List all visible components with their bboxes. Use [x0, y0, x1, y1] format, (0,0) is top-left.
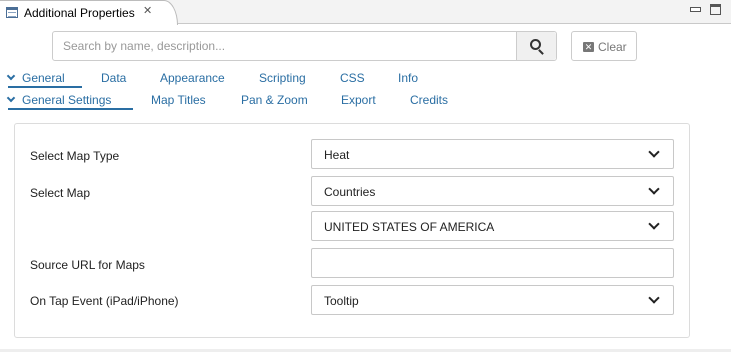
- chevron-down-icon: [648, 218, 660, 230]
- clear-button[interactable]: ✕ Clear: [571, 31, 637, 61]
- map-value: Countries: [324, 185, 376, 199]
- tab-scripting[interactable]: Scripting: [259, 68, 306, 88]
- tab-map-titles[interactable]: Map Titles: [151, 90, 206, 110]
- search-box: [52, 31, 557, 61]
- chevron-down-icon: [648, 292, 660, 304]
- country-select[interactable]: UNITED STATES OF AMERICA: [311, 211, 674, 241]
- tab-general-settings[interactable]: General Settings: [6, 90, 133, 110]
- main-tab-bar: General Data Appearance Scripting CSS In…: [0, 68, 731, 88]
- map-type-label: Select Map Type: [30, 149, 120, 163]
- map-label: Select Map: [30, 186, 91, 200]
- tab-export[interactable]: Export: [341, 90, 376, 110]
- tap-event-label: On Tap Event (iPad/iPhone): [30, 294, 179, 308]
- tab-css[interactable]: CSS: [340, 68, 365, 88]
- map-select[interactable]: Countries: [311, 176, 674, 206]
- search-button[interactable]: [516, 32, 556, 60]
- map-type-value: Heat: [324, 148, 350, 162]
- tap-event-select[interactable]: Tooltip: [311, 285, 674, 315]
- sub-tab-bar: General Settings Map Titles Pan & Zoom E…: [0, 90, 731, 110]
- chevron-down-icon: [6, 71, 16, 81]
- map-type-select[interactable]: Heat: [311, 139, 674, 169]
- tap-event-value: Tooltip: [324, 294, 359, 308]
- minimize-view-icon[interactable]: [689, 4, 701, 15]
- source-url-input[interactable]: [311, 248, 674, 278]
- close-view-icon[interactable]: ✕: [143, 4, 152, 17]
- country-value: UNITED STATES OF AMERICA: [324, 220, 495, 234]
- search-input[interactable]: [53, 32, 517, 60]
- chevron-down-icon: [648, 183, 660, 195]
- tab-credits[interactable]: Credits: [410, 90, 448, 110]
- clear-icon: ✕: [583, 42, 594, 52]
- chevron-down-icon: [6, 93, 16, 103]
- view-tab-title: Additional Properties: [24, 6, 135, 20]
- chevron-down-icon: [648, 146, 660, 158]
- clear-button-label: Clear: [598, 40, 627, 54]
- properties-view-icon: [6, 7, 18, 18]
- view-tab-additional-properties[interactable]: Additional Properties ✕: [0, 0, 178, 25]
- tab-pan-zoom[interactable]: Pan & Zoom: [241, 90, 308, 110]
- source-url-label: Source URL for Maps: [30, 258, 145, 272]
- tab-general[interactable]: General: [6, 68, 82, 88]
- maximize-view-icon[interactable]: [710, 4, 721, 15]
- view-tab-strip: Additional Properties ✕: [0, 0, 731, 25]
- tab-appearance[interactable]: Appearance: [160, 68, 225, 88]
- tab-data[interactable]: Data: [101, 68, 126, 88]
- tab-info[interactable]: Info: [398, 68, 418, 88]
